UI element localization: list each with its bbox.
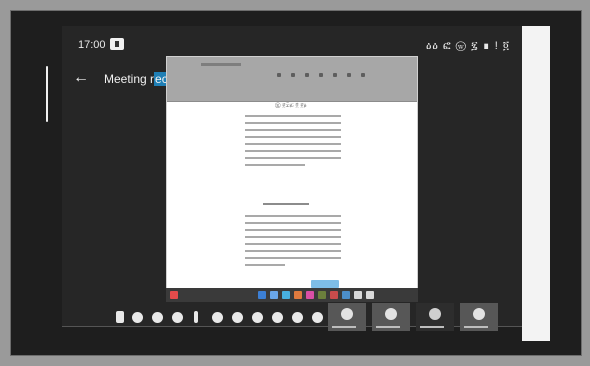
document-subheading [263, 203, 309, 205]
text-line [245, 143, 341, 145]
avatar [341, 308, 353, 320]
scroll-indicator [46, 66, 48, 122]
shared-taskbar [166, 288, 418, 302]
settings-icon[interactable] [272, 312, 283, 323]
screen-record-icon [110, 38, 124, 50]
document-caption [201, 63, 241, 66]
app-icon[interactable] [366, 291, 374, 299]
participant-tile[interactable] [372, 303, 410, 331]
app-icon[interactable] [270, 291, 278, 299]
avatar [385, 308, 397, 320]
toolbar-icon[interactable] [319, 73, 323, 77]
title-plain: Meeting r [104, 72, 155, 86]
toolbar-icon[interactable] [277, 73, 281, 77]
toolbar-icon[interactable] [347, 73, 351, 77]
toolbar-icon[interactable] [291, 73, 295, 77]
app-icon[interactable] [342, 291, 350, 299]
shared-document: Ⓡ ፱፰ፚ ፬ ፱ፅ [166, 56, 418, 302]
text-line [245, 129, 341, 131]
app-icon[interactable] [282, 291, 290, 299]
participant-tile[interactable] [328, 303, 366, 331]
avatar [429, 308, 441, 320]
text-line [245, 136, 341, 138]
text-line [245, 236, 341, 238]
document-section-title: Ⓡ ፱፰ፚ ፬ ፱ፅ [275, 103, 307, 109]
toolbar-icon[interactable] [333, 73, 337, 77]
reactions-icon[interactable] [212, 312, 223, 323]
more-icon[interactable] [292, 312, 303, 323]
toolbar-icon[interactable] [305, 73, 309, 77]
app-icon[interactable] [170, 291, 178, 299]
app-icon[interactable] [258, 291, 266, 299]
pen-icon[interactable] [194, 311, 198, 323]
status-bar: 17:00 ዕዕ ፎ ⓦ ፯ ∎ ! ፬ [62, 36, 522, 54]
text-line [245, 243, 341, 245]
text-line [245, 215, 341, 217]
record-icon[interactable] [252, 312, 263, 323]
text-line [245, 250, 341, 252]
app-icon[interactable] [306, 291, 314, 299]
status-icons: ዕዕ ፎ ⓦ ፯ ∎ ! ፬ [425, 40, 510, 52]
app-icon[interactable] [354, 291, 362, 299]
document-submit-button[interactable] [311, 280, 339, 288]
participant-name [332, 326, 356, 328]
text-line [245, 257, 341, 259]
text-line [245, 157, 341, 159]
participant-tile[interactable] [460, 303, 498, 331]
text-line [245, 229, 341, 231]
text-line [245, 222, 341, 224]
side-panel [522, 26, 550, 341]
app-icon[interactable] [330, 291, 338, 299]
participant-name [420, 326, 444, 328]
app-icon[interactable] [318, 291, 326, 299]
app-icon[interactable] [294, 291, 302, 299]
text-line [245, 150, 341, 152]
toolbar-icon[interactable] [361, 73, 365, 77]
participant-name [464, 326, 488, 328]
arrow-left-icon[interactable]: ← [72, 69, 90, 87]
screen-share-icon[interactable] [152, 312, 163, 323]
document-toolbar [167, 57, 417, 102]
chat-icon[interactable] [232, 312, 243, 323]
status-time: 17:00 [78, 39, 106, 51]
text-line [245, 264, 285, 266]
mic-toggle-icon[interactable] [116, 311, 124, 323]
participants-icon[interactable] [172, 312, 183, 323]
participant-name [376, 326, 400, 328]
avatar [473, 308, 485, 320]
leave-icon[interactable] [312, 312, 323, 323]
text-line [245, 115, 341, 117]
video-toggle-icon[interactable] [132, 312, 143, 323]
participant-tile[interactable] [416, 303, 454, 331]
text-line [245, 164, 305, 166]
text-line [245, 122, 341, 124]
